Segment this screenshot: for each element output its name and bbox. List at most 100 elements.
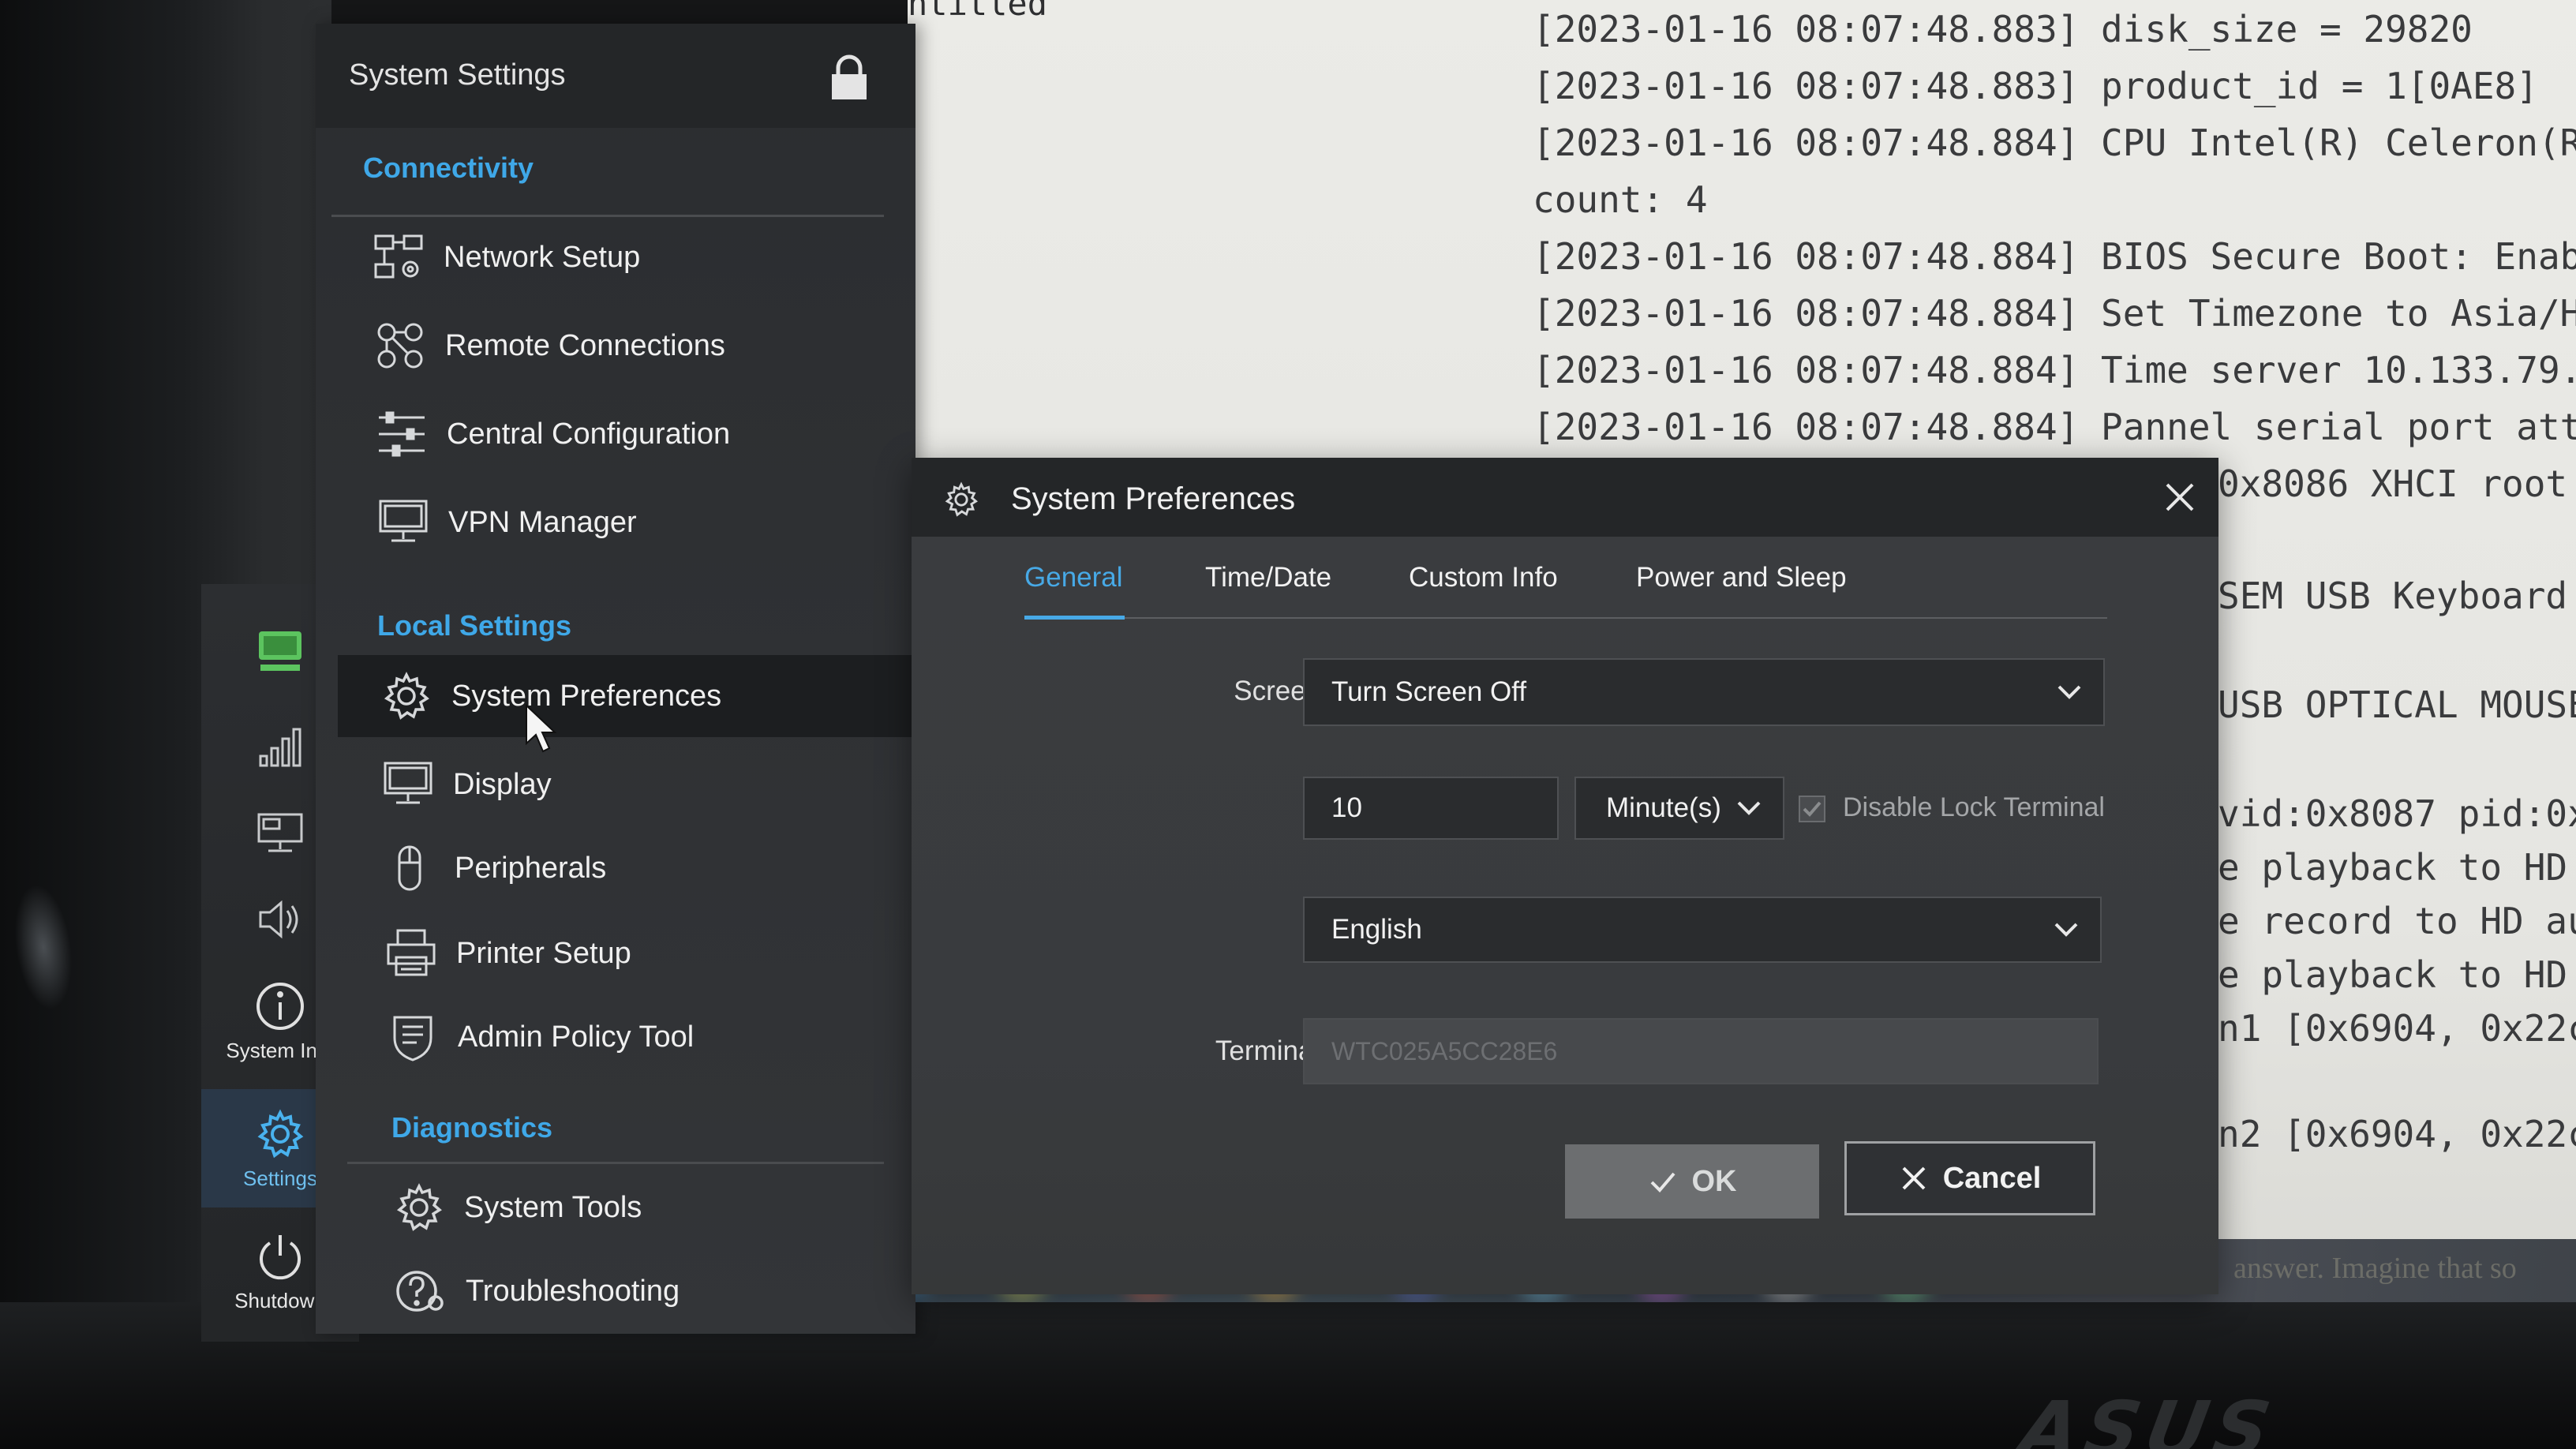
section-diagnostics: Diagnostics: [391, 1111, 553, 1144]
sidebar-item-remote-connections[interactable]: Remote Connections: [373, 305, 893, 387]
dialog-title: System Preferences: [1011, 481, 1296, 516]
sidebar-item-printer-setup[interactable]: Printer Setup: [384, 912, 904, 994]
mouse-cursor-icon: [526, 704, 557, 753]
gear-icon: [257, 1109, 304, 1158]
dialog-titlebar: System Preferences: [912, 458, 2218, 537]
monitor-icon: [257, 813, 303, 852]
network-setup-icon: [374, 234, 423, 279]
sidebar-item-peripherals[interactable]: Peripherals: [382, 827, 903, 909]
console-line: [2023-01-16 08:07:48.884] BIOS Secure Bo…: [1533, 235, 2576, 278]
sidebar-item-network-setup[interactable]: Network Setup: [371, 216, 892, 298]
sidebar-item-label: Network Setup: [444, 240, 641, 274]
chevron-down-icon: [2054, 923, 2078, 937]
checkmark-icon: [1650, 1172, 1676, 1193]
lock-icon[interactable]: [827, 54, 871, 103]
sidebar-item-vpn-manager[interactable]: VPN Manager: [376, 481, 897, 564]
sidebar-item-admin-policy-tool[interactable]: Admin Policy Tool: [385, 996, 906, 1078]
console-line: [2023-01-16 08:07:48.884] Pannel serial …: [1533, 406, 2576, 448]
timer-value: 10: [1331, 792, 1362, 823]
section-local-settings: Local Settings: [377, 609, 572, 642]
remote-connections-icon: [377, 323, 423, 369]
monitor-icon: [384, 762, 432, 804]
disable-lock-label: Disable Lock Terminal: [1843, 792, 2105, 822]
close-icon: [1902, 1166, 1926, 1190]
tabs-divider: [1024, 617, 2107, 619]
speaker-icon: [259, 900, 298, 939]
disable-lock-checkbox[interactable]: [1799, 796, 1825, 822]
info-icon: [256, 982, 304, 1030]
signal-bars-icon: [259, 728, 301, 767]
checkmark-icon: [1803, 801, 1822, 817]
sidebar-item-label: Central Configuration: [447, 417, 731, 451]
sidebar-item-troubleshooting[interactable]: Troubleshooting: [393, 1250, 898, 1332]
sidebar-item-central-configuration[interactable]: Central Configuration: [374, 393, 895, 475]
timer-unit-value: Minute(s): [1606, 792, 1721, 823]
locale-select[interactable]: English: [1303, 897, 2102, 963]
sidebar-item-label: VPN Manager: [448, 505, 637, 539]
console-line: SEM USB Keyboard v: [2218, 575, 2576, 617]
screen-saver-value: Turn Screen Off: [1331, 676, 1527, 707]
console-line: [2023-01-16 08:07:48.883] disk_size = 29…: [1533, 8, 2473, 51]
tab-custom-info[interactable]: Custom Info: [1409, 562, 1558, 593]
vpn-monitor-icon: [379, 500, 428, 542]
console-line: e record to HD aud: [2218, 900, 2576, 942]
sliders-icon: [379, 411, 425, 457]
policy-shield-icon: [393, 1016, 432, 1061]
cancel-button[interactable]: Cancel: [1844, 1141, 2095, 1215]
tab-general[interactable]: General: [1024, 562, 1123, 593]
section-divider: [347, 1162, 884, 1164]
sidebar-item-system-tools[interactable]: System Tools: [391, 1166, 897, 1249]
dock-label-shutdown: Shutdown: [234, 1288, 326, 1312]
active-tab-indicator: [1024, 616, 1125, 620]
screen-saver-select[interactable]: Turn Screen Off: [1303, 658, 2105, 726]
network-status-icon: [259, 631, 301, 671]
console-line: n1 [0x6904, 0x22c3: [2218, 1007, 2576, 1050]
sidebar-item-label: Peripherals: [455, 851, 607, 885]
printer-icon: [387, 929, 436, 976]
console-line: 0x8086 XHCI root h: [2218, 462, 2576, 505]
ok-button[interactable]: OK: [1565, 1144, 1819, 1219]
console-line: n2 [0x6904, 0x22c3: [2218, 1113, 2576, 1155]
troubleshooting-icon: [396, 1271, 444, 1312]
tab-time-date[interactable]: Time/Date: [1205, 562, 1331, 593]
monitor-brand-logo: ASUS: [2012, 1385, 2283, 1449]
ok-button-label: OK: [1691, 1164, 1737, 1198]
sidebar-item-display[interactable]: Display: [380, 743, 901, 826]
sidebar-item-label: Printer Setup: [456, 936, 631, 970]
timer-input[interactable]: 10: [1303, 777, 1559, 840]
power-icon: [260, 1234, 301, 1279]
cancel-button-label: Cancel: [1942, 1161, 2042, 1195]
dock-label-settings: Settings: [243, 1166, 317, 1190]
chevron-down-icon: [2057, 685, 2081, 699]
gear-icon: [384, 672, 429, 720]
console-line: [2023-01-16 08:07:48.884] Set Timezone t…: [1533, 292, 2576, 335]
reflection-text: answer. Imagine that so: [2233, 1252, 2517, 1285]
chevron-down-icon: [1737, 801, 1761, 815]
sidebar-item-system-preferences[interactable]: System Preferences: [338, 655, 915, 737]
console-window-tag: ntitled: [908, 0, 1048, 23]
section-connectivity: Connectivity: [363, 152, 534, 184]
console-line: USB OPTICAL MOUSE: [2218, 683, 2576, 726]
console-line: e playback to HD a: [2218, 953, 2576, 996]
mouse-icon: [398, 845, 421, 891]
locale-value: English: [1331, 914, 1422, 945]
terminal-name-value: WTC025A5CC28E6: [1331, 1036, 1558, 1065]
timer-unit-select[interactable]: Minute(s): [1574, 777, 1784, 840]
console-line: e playback to HD a: [2218, 846, 2576, 889]
console-line: [2023-01-16 08:07:48.883] product_id = 1…: [1533, 65, 2538, 107]
close-icon[interactable]: [2162, 480, 2197, 515]
console-line: [2023-01-16 08:07:48.884] CPU Intel(R) C…: [1533, 122, 2576, 164]
gear-icon: [396, 1183, 442, 1231]
sidebar-item-label: Troubleshooting: [466, 1274, 680, 1308]
console-line: [2023-01-16 08:07:48.884] Time server 10…: [1533, 349, 2576, 391]
terminal-name-input[interactable]: WTC025A5CC28E6: [1303, 1018, 2099, 1084]
gear-icon: [945, 481, 978, 517]
sidebar-item-label: Admin Policy Tool: [458, 1020, 695, 1054]
sidebar-item-label: Remote Connections: [445, 328, 725, 362]
console-line: count: 4: [1533, 178, 1708, 221]
settings-sidebar: System Settings Connectivity Network Set…: [316, 24, 915, 1334]
sidebar-title: System Settings: [349, 58, 566, 92]
system-preferences-dialog: System Preferences General Time/Date Cus…: [912, 458, 2218, 1294]
tab-power-and-sleep[interactable]: Power and Sleep: [1636, 562, 1847, 593]
sidebar-item-label: System Tools: [464, 1190, 642, 1224]
